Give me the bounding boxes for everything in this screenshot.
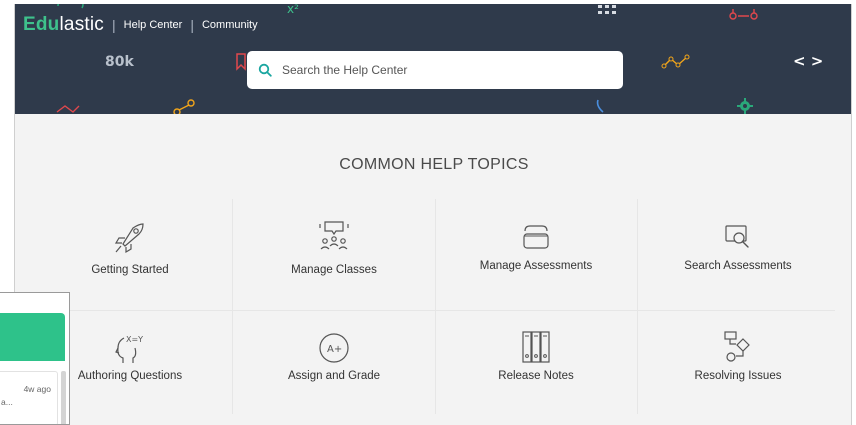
topic-label: Getting Started [91, 264, 169, 276]
share-nodes-icon [173, 99, 195, 114]
search-document-icon [725, 225, 749, 248]
folder-icon [523, 225, 549, 249]
section-title: COMMON HELP TOPICS [339, 156, 529, 173]
grid-divider [232, 199, 233, 414]
header-banner: x² 80k < > Edulastic | Help Center | Com… [15, 4, 851, 114]
gear-decoration-icon [737, 98, 753, 114]
thinking-head-icon: X=Y [115, 335, 143, 363]
bookmark-icon [236, 53, 246, 71]
svg-text:A+: A+ [327, 344, 342, 355]
topic-manage-classes[interactable]: Manage Classes [259, 220, 409, 276]
grid-divider [435, 199, 436, 414]
code-brackets-icon: < > [793, 52, 824, 70]
shuffle-icon [56, 105, 80, 113]
graph-line-icon [661, 54, 690, 69]
brand-separator: | [112, 17, 116, 33]
cloud-icon [57, 4, 84, 9]
help-topics-section: COMMON HELP TOPICS Getting Started Manag… [15, 114, 851, 425]
search-bar[interactable] [247, 51, 623, 89]
topic-search-assessments[interactable]: Search Assessments [663, 223, 813, 272]
chat-timestamp: 4w ago [23, 384, 51, 394]
topic-getting-started[interactable]: Getting Started [55, 222, 205, 276]
topic-label: Manage Assessments [479, 260, 593, 272]
chat-scrollbar[interactable] [61, 371, 66, 424]
help-center-link[interactable]: Help Center [124, 19, 183, 31]
topic-label: Resolving Issues [694, 370, 782, 382]
chat-widget[interactable]: 4w ago a... [0, 292, 70, 425]
flowchart-icon [724, 331, 750, 362]
topic-label: Assign and Grade [287, 370, 381, 382]
search-input[interactable] [282, 63, 602, 77]
chat-snippet: a... [1, 397, 13, 407]
chat-message-card[interactable]: 4w ago a... [0, 371, 58, 424]
edulastic-logo[interactable]: Edulastic [23, 14, 104, 36]
grid-icon [598, 5, 616, 14]
classroom-icon [319, 221, 349, 250]
grid-divider [637, 199, 638, 414]
topic-manage-assessments[interactable]: Manage Assessments [461, 223, 611, 272]
formula-icon: x² [287, 4, 299, 16]
rocket-icon [114, 223, 144, 254]
grade-a-plus-icon: A+ [319, 333, 349, 363]
svg-text:X=Y: X=Y [126, 335, 143, 344]
topic-label: Authoring Questions [77, 370, 183, 382]
topic-authoring-questions[interactable]: X=Y Authoring Questions [55, 331, 205, 382]
help-center-page: x² 80k < > Edulastic | Help Center | Com… [14, 4, 852, 425]
topic-assign-and-grade[interactable]: A+ Assign and Grade [259, 332, 409, 382]
topic-label: Search Assessments [684, 260, 792, 272]
swap-icon [729, 9, 758, 20]
counter-decoration: 80k [105, 54, 134, 70]
brand-bar: Edulastic | Help Center | Community [23, 14, 258, 36]
community-link[interactable]: Community [202, 19, 258, 31]
chat-header[interactable] [0, 313, 65, 361]
topic-release-notes[interactable]: Release Notes [461, 330, 611, 382]
search-icon [258, 63, 272, 77]
topic-label: Release Notes [498, 370, 574, 382]
topic-resolving-issues[interactable]: Resolving Issues [663, 330, 813, 382]
phone-icon [596, 99, 604, 113]
topic-label: Manage Classes [291, 264, 377, 276]
binders-icon [522, 331, 550, 363]
nav-separator: | [190, 17, 194, 33]
grid-divider [35, 310, 835, 311]
